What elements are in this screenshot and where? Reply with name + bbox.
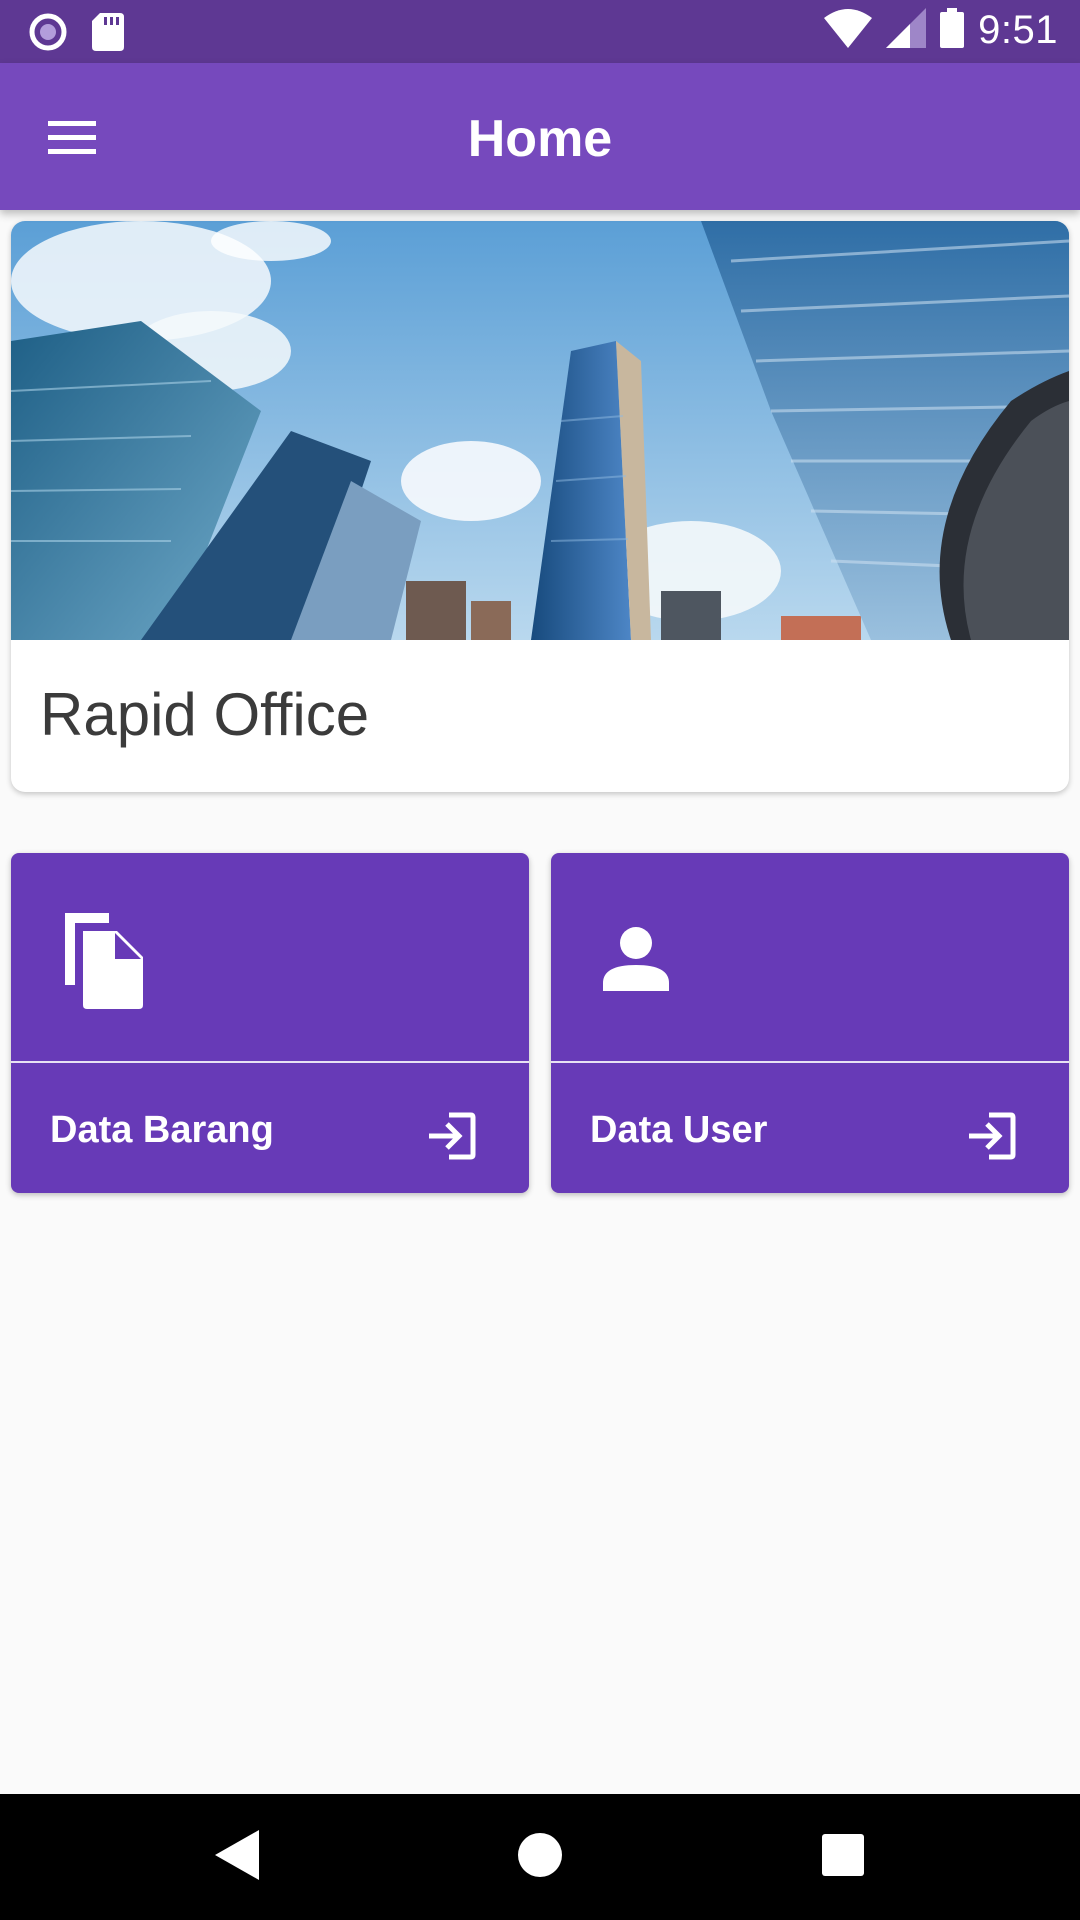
home-icon xyxy=(517,1832,563,1883)
card-data-barang[interactable]: Data Barang xyxy=(11,853,529,1193)
app-bar: Home xyxy=(0,63,1080,210)
card-divider xyxy=(11,1061,529,1063)
system-nav-bar xyxy=(0,1794,1080,1920)
person-icon xyxy=(603,927,669,996)
card-divider xyxy=(551,1061,1069,1063)
cell-signal-icon xyxy=(886,8,927,53)
recents-button[interactable] xyxy=(810,1824,876,1890)
city-skyscrapers-photo xyxy=(11,221,1069,640)
file-copy-icon xyxy=(55,913,143,1014)
card-icon-area xyxy=(551,853,1069,1061)
notification-circle-icon xyxy=(28,12,68,57)
login-enter-icon xyxy=(967,1111,1017,1161)
card-icon-area xyxy=(11,853,529,1061)
recents-icon xyxy=(822,1833,864,1881)
status-time: 9:51 xyxy=(978,8,1058,52)
back-icon xyxy=(215,1829,259,1885)
status-right-icons: 9:51 xyxy=(824,8,1058,53)
status-bar: 9:51 xyxy=(0,0,1080,63)
sd-card-icon xyxy=(92,13,124,56)
status-left-icons xyxy=(28,12,124,57)
login-enter-icon xyxy=(427,1111,477,1161)
hero-title: Rapid Office xyxy=(40,681,370,748)
wifi-icon xyxy=(824,8,873,53)
card-label: Data Barang xyxy=(50,1109,274,1151)
card-label: Data User xyxy=(590,1109,768,1151)
page-title: Home xyxy=(467,110,613,168)
home-button[interactable] xyxy=(507,1824,573,1890)
back-button[interactable] xyxy=(204,1824,270,1890)
card-data-user[interactable]: Data User xyxy=(551,853,1069,1193)
battery-icon xyxy=(940,8,965,53)
